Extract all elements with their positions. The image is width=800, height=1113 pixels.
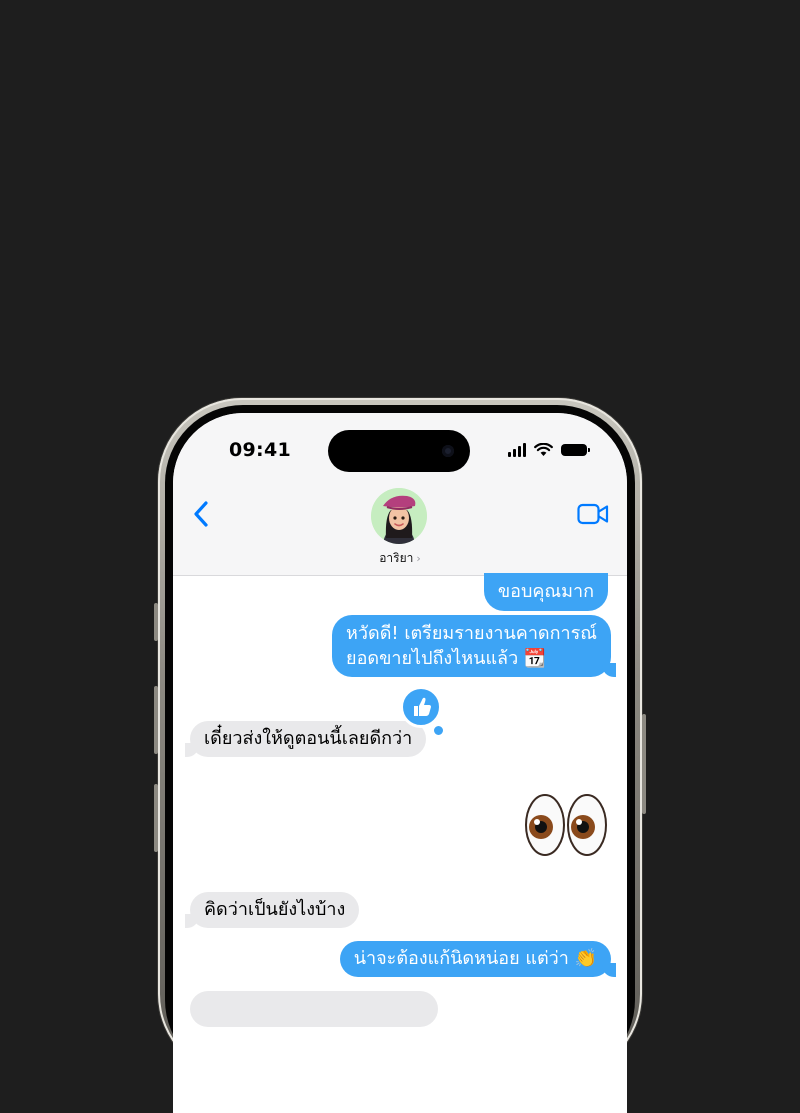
eyes-emoji-icon	[525, 794, 607, 856]
side-button	[642, 714, 646, 814]
iphone-frame: 09:41 อาริยา › ขอบคุณมาก หวัดดี! เตรียมร…	[154, 398, 646, 1113]
battery-icon	[561, 444, 590, 456]
message-text: น่าจะต้องแก้นิดหน่อย แต่ว่า 👏	[353, 948, 597, 969]
contact-name[interactable]: อาริยา ›	[173, 549, 627, 568]
message-bubble-received-partial[interactable]	[190, 991, 438, 1027]
message-text-line: ยอดขายไปถึงไหนแล้ว 📆	[346, 648, 547, 669]
message-text: คิดว่าเป็นยังไงบ้าง	[204, 899, 346, 920]
thumbs-up-icon	[414, 697, 431, 716]
contact-name-label: อาริยา	[379, 551, 414, 565]
message-bubble-sent[interactable]: หวัดดี! เตรียมรายงานคาดการณ์ ยอดขายไปถึง…	[332, 615, 616, 677]
dynamic-island	[328, 430, 470, 472]
cellular-signal-icon	[508, 443, 526, 457]
status-icons	[508, 443, 590, 457]
tapback-reaction[interactable]	[400, 686, 442, 728]
contact-avatar[interactable]	[371, 488, 427, 544]
video-camera-icon[interactable]	[577, 503, 609, 525]
message-text: เดี๋ยวส่งให้ดูตอนนี้เลยดีกว่า	[204, 728, 413, 749]
message-bubble-received[interactable]: เดี๋ยวส่งให้ดูตอนนี้เลยดีกว่า	[184, 721, 427, 757]
tapback-tail-dot	[432, 724, 445, 737]
conversation-header: 09:41 อาริยา ›	[173, 413, 627, 576]
volume-up-button	[154, 686, 158, 754]
volume-down-button	[154, 784, 158, 852]
wifi-icon	[534, 443, 553, 456]
message-bubble-received[interactable]: คิดว่าเป็นยังไงบ้าง	[184, 892, 360, 928]
action-button	[154, 603, 158, 641]
message-bubble-sent[interactable]: น่าจะต้องแก้นิดหน่อย แต่ว่า 👏	[339, 941, 617, 977]
status-time: 09:41	[229, 439, 291, 461]
chevron-right-icon: ›	[416, 552, 421, 565]
messages-screen: 09:41 อาริยา › ขอบคุณมาก หวัดดี! เตรียมร…	[173, 413, 627, 1113]
message-emoji-sent[interactable]: 👀	[525, 793, 609, 861]
message-text: ขอบคุณมาก	[497, 581, 594, 602]
memoji-avatar-image	[371, 488, 427, 544]
chevron-left-icon[interactable]	[189, 499, 215, 529]
message-text-line: หวัดดี! เตรียมรายงานคาดการณ์	[346, 623, 597, 644]
message-bubble-sent[interactable]: ขอบคุณมาก	[483, 573, 608, 611]
camera-lens	[442, 445, 454, 457]
